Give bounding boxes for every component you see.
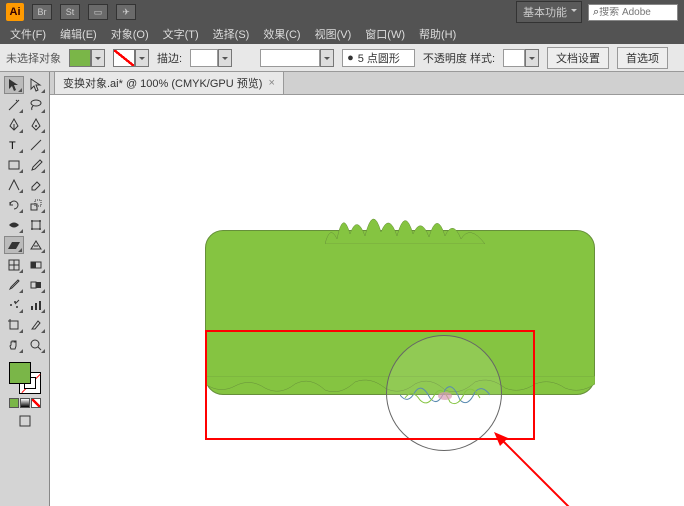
style-input[interactable] xyxy=(503,49,525,67)
stroke-swatch[interactable] xyxy=(113,49,135,67)
svg-text:T: T xyxy=(9,140,16,152)
menu-window[interactable]: 窗口(W) xyxy=(359,24,411,44)
profile-input[interactable] xyxy=(260,49,320,67)
rectangle-tool[interactable] xyxy=(4,156,24,174)
graph-tool[interactable] xyxy=(26,296,46,314)
fill-color-icon[interactable] xyxy=(9,362,31,384)
direct-selection-tool[interactable] xyxy=(26,76,46,94)
annotation-highlight-rect xyxy=(205,330,535,440)
stroke-label: 描边: xyxy=(157,50,182,66)
tab-bar: 变换对象.ai* @ 100% (CMYK/GPU 预览) × xyxy=(50,72,684,94)
bridge-icon[interactable]: Br xyxy=(32,4,52,20)
selection-tool[interactable] xyxy=(4,76,24,94)
menu-help[interactable]: 帮助(H) xyxy=(413,24,462,44)
screen-mode-icon[interactable] xyxy=(15,412,35,430)
perspective-tool[interactable] xyxy=(26,236,46,254)
paintbrush-tool[interactable] xyxy=(26,156,46,174)
stock-icon[interactable]: St xyxy=(60,4,80,20)
menu-object[interactable]: 对象(O) xyxy=(105,24,155,44)
toolbox: T xyxy=(0,72,50,506)
menu-effect[interactable]: 效果(C) xyxy=(257,24,306,44)
menu-bar: 文件(F) 编辑(E) 对象(O) 文字(T) 选择(S) 效果(C) 视图(V… xyxy=(0,24,684,44)
shape-builder-tool[interactable] xyxy=(4,236,24,254)
profile-dropdown[interactable] xyxy=(320,49,334,67)
rotate-tool[interactable] xyxy=(4,196,24,214)
stroke-dropdown[interactable] xyxy=(135,49,149,67)
hand-tool[interactable] xyxy=(4,336,24,354)
scale-tool[interactable] xyxy=(26,196,46,214)
pen-tool[interactable] xyxy=(4,116,24,134)
symbol-sprayer-tool[interactable] xyxy=(4,296,24,314)
color-mode-icon[interactable] xyxy=(9,398,19,408)
menu-file[interactable]: 文件(F) xyxy=(4,24,52,44)
line-tool[interactable] xyxy=(26,136,46,154)
type-tool[interactable]: T xyxy=(4,136,24,154)
gpu-icon[interactable]: ✈ xyxy=(116,4,136,20)
document-tab[interactable]: 变换对象.ai* @ 100% (CMYK/GPU 预览) × xyxy=(54,71,284,94)
eraser-tool[interactable] xyxy=(26,176,46,194)
tab-title: 变换对象.ai* @ 100% (CMYK/GPU 预览) xyxy=(63,75,262,91)
opacity-label: 不透明度 样式: xyxy=(423,50,495,66)
control-bar: 未选择对象 描边: ●5 点圆形 不透明度 样式: 文档设置 首选项 xyxy=(0,44,684,72)
zoom-tool[interactable] xyxy=(26,336,46,354)
arrange-icon[interactable]: ▭ xyxy=(88,4,108,20)
style-dropdown[interactable] xyxy=(525,49,539,67)
search-box[interactable]: ⌕ xyxy=(588,4,678,21)
mesh-tool[interactable] xyxy=(4,256,24,274)
shaper-tool[interactable] xyxy=(4,176,24,194)
menu-select[interactable]: 选择(S) xyxy=(207,24,256,44)
menu-type[interactable]: 文字(T) xyxy=(157,24,205,44)
curvature-tool[interactable] xyxy=(26,116,46,134)
search-input[interactable] xyxy=(599,7,659,18)
none-mode-icon[interactable] xyxy=(31,398,41,408)
title-bar: Ai Br St ▭ ✈ 基本功能 ⌕ xyxy=(0,0,684,24)
stroke-weight-dropdown[interactable] xyxy=(218,49,232,67)
gradient-mode-icon[interactable] xyxy=(20,398,30,408)
document-setup-button[interactable]: 文档设置 xyxy=(547,47,609,69)
artboard-tool[interactable] xyxy=(4,316,24,334)
fill-swatch[interactable] xyxy=(69,49,91,67)
menu-edit[interactable]: 编辑(E) xyxy=(54,24,103,44)
workspace-switcher[interactable]: 基本功能 xyxy=(516,1,582,23)
selection-status: 未选择对象 xyxy=(6,50,61,66)
fill-dropdown[interactable] xyxy=(91,49,105,67)
slice-tool[interactable] xyxy=(26,316,46,334)
stroke-weight-input[interactable] xyxy=(190,49,218,67)
brush-select[interactable]: ●5 点圆形 xyxy=(342,49,415,67)
lasso-tool[interactable] xyxy=(26,96,46,114)
annotation-arrow-icon xyxy=(490,428,580,506)
width-tool[interactable] xyxy=(4,216,24,234)
gradient-tool[interactable] xyxy=(26,256,46,274)
menu-view[interactable]: 视图(V) xyxy=(309,24,358,44)
canvas[interactable] xyxy=(50,94,684,506)
magic-wand-tool[interactable] xyxy=(4,96,24,114)
color-picker[interactable] xyxy=(9,362,41,394)
eyedropper-tool[interactable] xyxy=(4,276,24,294)
preferences-button[interactable]: 首选项 xyxy=(617,47,668,69)
close-icon[interactable]: × xyxy=(268,77,274,89)
blend-tool[interactable] xyxy=(26,276,46,294)
app-logo-icon: Ai xyxy=(6,3,24,21)
free-transform-tool[interactable] xyxy=(26,216,46,234)
